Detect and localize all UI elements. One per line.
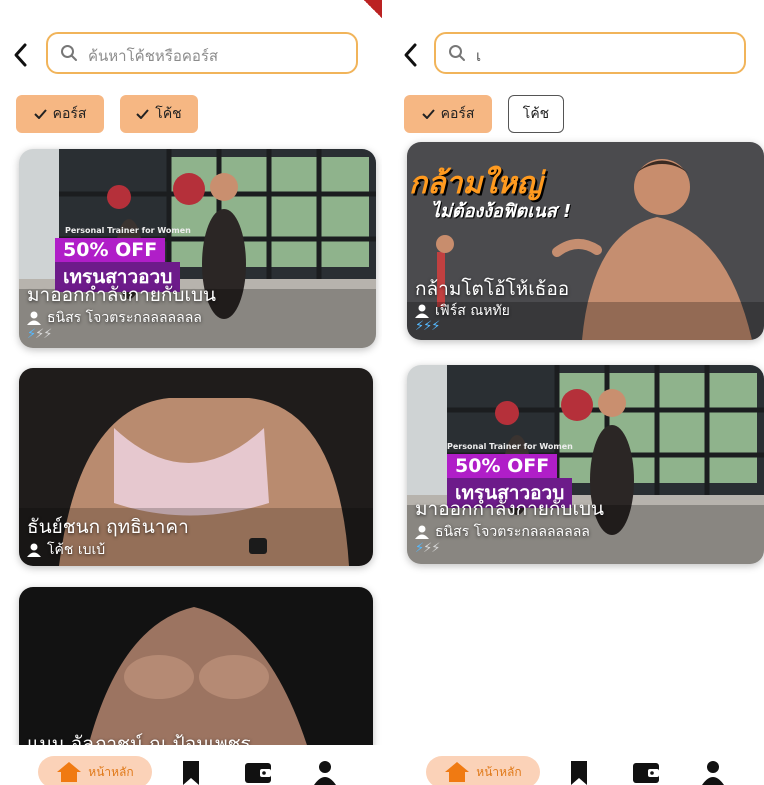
check-icon: [421, 109, 435, 119]
filter-chip-label: โค้ช: [522, 106, 550, 122]
banner-subheadline: ไม่ต้องง้อฟิตเนส !: [431, 201, 572, 222]
bolt-icon: ⚡: [431, 541, 440, 556]
level-indicator: ⚡⚡⚡: [415, 319, 440, 334]
check-icon: [33, 109, 47, 119]
course-title: มาออกกำลังกายกับเบน: [415, 498, 605, 520]
bolt-icon: ⚡: [415, 319, 424, 334]
course-title: มาออกกำลังกายกับเบน: [27, 284, 217, 306]
course-card[interactable]: กล้ามใหญ่ ไม่ต้องง้อฟิตเนส ! กล้ามโตโอ้โ…: [407, 142, 764, 340]
banner-small-text: Personal Trainer for Women: [65, 226, 191, 235]
coach-name-text: โค้ช เบเบ้: [47, 542, 106, 558]
back-button[interactable]: [12, 42, 30, 73]
wallet-icon[interactable]: [245, 761, 271, 783]
person-icon: [27, 543, 41, 557]
bolt-icon: ⚡: [43, 327, 52, 342]
coach-name-text: ธนิสร โจวตระกลลลลลลล: [47, 310, 202, 326]
bolt-icon: ⚡: [415, 541, 424, 556]
search-value: เ: [476, 47, 482, 65]
nav-home[interactable]: หน้าหลัก: [426, 756, 540, 785]
coach-name-text: เฟิร์ส ณหทัย: [435, 303, 510, 319]
corner-ribbon: [364, 0, 382, 18]
bottom-nav: หน้าหลัก: [0, 745, 382, 785]
left-screen: ค้นหาโค้ชหรือคอร์ส คอร์ส โค้ช Personal T…: [0, 0, 382, 785]
level-indicator: ⚡⚡⚡: [415, 541, 440, 556]
bookmark-icon[interactable]: [569, 761, 589, 785]
bookmark-icon[interactable]: [181, 761, 201, 785]
level-indicator: ⚡⚡⚡: [27, 327, 52, 342]
profile-icon[interactable]: [314, 761, 336, 785]
bolt-icon: ⚡: [431, 319, 440, 334]
back-button[interactable]: [402, 42, 420, 73]
search-icon: [449, 45, 465, 61]
search-placeholder: ค้นหาโค้ชหรือคอร์ส: [88, 47, 219, 65]
search-input[interactable]: เ: [434, 32, 746, 74]
coach-name-text: ธนิสร โจวตระกลลลลลลล: [435, 524, 590, 540]
person-icon: [415, 304, 429, 318]
filter-chip-course[interactable]: คอร์ส: [404, 95, 492, 133]
person-icon: [27, 311, 41, 325]
discount-tag: 50% OFF: [447, 454, 558, 478]
check-icon: [136, 109, 150, 119]
coach-name: ธนิสร โจวตระกลลลลลลล: [27, 307, 202, 329]
bolt-icon: ⚡: [27, 327, 36, 342]
nav-home-label: หน้าหลัก: [88, 764, 134, 779]
wallet-icon[interactable]: [633, 761, 659, 783]
filter-chip-coach[interactable]: โค้ช: [508, 95, 564, 133]
search-input[interactable]: ค้นหาโค้ชหรือคอร์ส: [46, 32, 358, 74]
nav-home[interactable]: หน้าหลัก: [38, 756, 152, 785]
discount-tag: 50% OFF: [55, 238, 166, 262]
coach-card[interactable]: ธันย์ชนก ฤทธินาคา โค้ช เบเบ้: [19, 368, 373, 566]
home-icon: [445, 762, 470, 782]
filter-chip-label: โค้ช: [155, 106, 182, 122]
search-icon: [61, 45, 77, 61]
filter-chip-course[interactable]: คอร์ส: [16, 95, 104, 133]
filter-chip-label: คอร์ส: [440, 106, 475, 122]
course-card[interactable]: Personal Trainer for Women 50% OFF เทรนส…: [407, 365, 764, 564]
coach-title: ธันย์ชนก ฤทธินาคา: [27, 516, 189, 538]
banner-small-text: Personal Trainer for Women: [447, 442, 573, 451]
coach-role: โค้ช เบเบ้: [27, 539, 105, 561]
filter-chip-coach[interactable]: โค้ช: [120, 95, 198, 133]
chevron-left-icon: [14, 43, 27, 67]
coach-name: ธนิสร โจวตระกลลลลลลล: [415, 521, 590, 543]
bottom-nav: หน้าหลัก: [388, 745, 764, 785]
person-icon: [415, 525, 429, 539]
profile-icon[interactable]: [702, 761, 724, 785]
nav-home-label: หน้าหลัก: [476, 764, 522, 779]
home-icon: [57, 762, 82, 782]
right-screen: เ คอร์ส โค้ช กล้ามใหญ่ ไม่ต้องง้อฟิตเนส …: [388, 0, 764, 785]
filter-chip-label: คอร์ส: [52, 106, 87, 122]
chevron-left-icon: [404, 43, 417, 67]
course-card[interactable]: Personal Trainer for Women 50% OFF เทรนส…: [19, 149, 376, 348]
